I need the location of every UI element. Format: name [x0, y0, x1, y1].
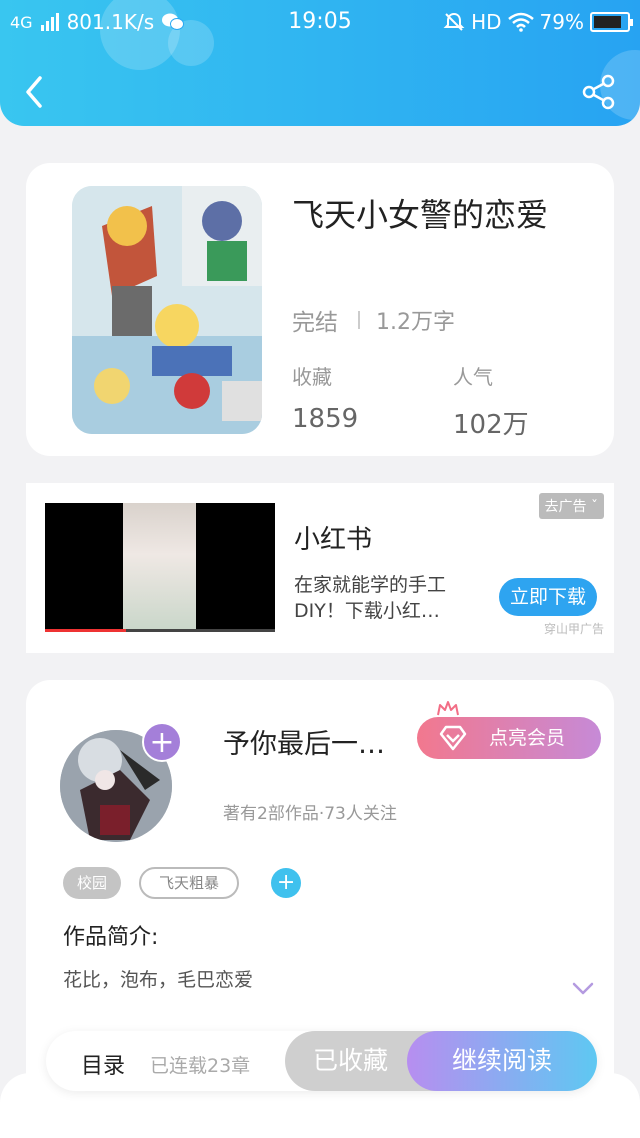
header: 4G 801.1K/s 19:05 HD 79%: [0, 0, 640, 126]
book-info-card: 飞天小女警的恋爱 完结 1.2万字 收藏 1859 人气 102万: [26, 163, 614, 456]
cover-illustration: [72, 186, 262, 434]
wifi-icon: [507, 12, 534, 32]
favorites-stat: 收藏 1859: [292, 361, 358, 434]
tag-item[interactable]: 飞天粗暴: [139, 867, 240, 899]
continue-reading-button[interactable]: 继续阅读: [407, 1031, 597, 1091]
back-arrow-icon: [26, 76, 42, 108]
book-title: 飞天小女警的恋爱: [292, 196, 549, 234]
ad-title: 小红书: [294, 525, 373, 555]
book-status: 完结: [292, 310, 338, 336]
intro-text: 花比，泡布，毛巴恋爱: [63, 969, 254, 991]
popularity-stat: 人气 102万: [453, 361, 529, 441]
toc-button[interactable]: 目录: [81, 1048, 125, 1080]
tag-item[interactable]: 校园: [63, 867, 122, 899]
tag-list: 校园 飞天粗暴 +: [63, 867, 302, 899]
ad-video-frame: [123, 503, 196, 632]
add-tag-button[interactable]: +: [271, 868, 302, 898]
back-button[interactable]: [20, 72, 52, 112]
word-count: 1.2万字: [376, 310, 455, 335]
ad-video-progress: [45, 629, 275, 632]
divider: [358, 311, 360, 329]
book-cover[interactable]: [72, 186, 262, 434]
crown-icon: [437, 701, 459, 716]
hd-label: HD: [471, 10, 502, 34]
book-meta: 完结 1.2万字: [292, 303, 455, 337]
vip-label: 点亮会员: [489, 727, 566, 749]
remove-ad-button[interactable]: 去广告 ˇ: [538, 493, 604, 519]
favorites-label: 收藏: [292, 365, 332, 389]
vip-button[interactable]: 点亮会员: [417, 701, 601, 759]
share-icon: [582, 74, 615, 110]
popularity-label: 人气: [453, 365, 493, 389]
ad-video[interactable]: [45, 503, 275, 632]
follow-author-button[interactable]: +: [142, 722, 182, 762]
favorites-value: 1859: [292, 404, 359, 434]
intro-label: 作品简介:: [63, 925, 159, 950]
diamond-icon: [439, 725, 467, 751]
popularity-value: 102万: [453, 410, 529, 440]
mute-icon: [443, 12, 465, 31]
chevron-down-icon: [572, 982, 594, 995]
battery-icon: [590, 12, 633, 32]
expand-intro-button[interactable]: [572, 981, 594, 1000]
serial-status: 已连载23章: [150, 1055, 251, 1077]
ad-description: 在家就能学的手工DIY！下载小红…: [294, 574, 447, 622]
battery-percent: 79%: [539, 10, 584, 34]
ad-source: 穿山甲广告: [543, 622, 604, 636]
chevron-down-icon: ˇ: [591, 499, 598, 515]
author-stats: 著有2部作品·73人关注: [223, 804, 397, 824]
status-bar: 4G 801.1K/s 19:05 HD 79%: [0, 0, 640, 44]
author-name[interactable]: 予你最后一…: [223, 722, 385, 761]
ad-download-button[interactable]: 立即下载: [499, 578, 597, 616]
share-button[interactable]: [582, 74, 616, 110]
remove-ad-label: 去广告: [544, 499, 587, 515]
ad-banner[interactable]: 去广告 ˇ 小红书 在家就能学的手工DIY！下载小红… 立即下载 穿山甲广告: [26, 483, 614, 653]
bottom-action-bar: 目录 已连载23章 已收藏 继续阅读: [46, 1031, 597, 1091]
